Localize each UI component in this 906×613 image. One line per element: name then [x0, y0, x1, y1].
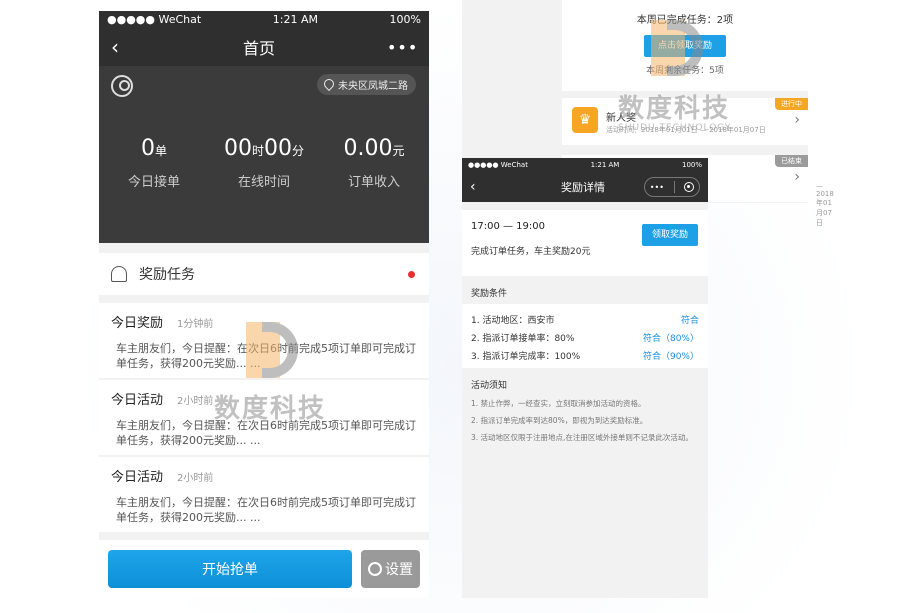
bottom-action-bar: 开始抢单 设置: [99, 540, 429, 598]
stat-online-time: 00时00分 在线时间: [209, 136, 319, 190]
chevron-right-icon: ›: [794, 112, 800, 128]
start-grab-button[interactable]: 开始抢单: [108, 550, 352, 588]
message-title: 今日奖励: [111, 316, 164, 331]
location-pin-icon: [323, 79, 333, 91]
location-label: 未央区凤城二路: [338, 81, 408, 92]
settings-label: 设置: [385, 562, 413, 578]
note-item: 3. 活动地区仅限于注册地点,在注册区域外接单则不记录此次活动。: [471, 433, 693, 442]
crown-icon: ♛: [572, 107, 598, 133]
notes-heading: 活动须知: [471, 381, 508, 391]
stat-unit-hours: 时: [251, 144, 264, 158]
battery-label: 100%: [389, 13, 421, 26]
condition-status: 符合: [680, 315, 699, 326]
remaining-tasks-label: 本周剩余任务：5项: [646, 66, 724, 76]
stat-value: 0.00: [343, 136, 393, 161]
condition-text: 1. 活动地区：西安市: [471, 315, 555, 326]
condition-row: 3. 指派订单完成率：100% 符合（90%）: [471, 346, 699, 364]
condition-status: 符合（90%）: [642, 351, 699, 362]
reward-task-label: 奖励任务: [139, 267, 195, 283]
nav-bar: ‹ 首页 •••: [99, 28, 429, 66]
mini-program-capsule: •••: [644, 177, 700, 197]
status-badge: 已结束: [775, 155, 808, 167]
stat-value-minutes: 00: [264, 136, 292, 161]
stat-label: 今日接单: [127, 175, 180, 190]
message-body: 车主朋友们，今日提醒：在次日6时前完成5项订单即可完成订单任务，获得200元奖励…: [116, 419, 416, 447]
reward-list-item[interactable]: ♛ 新人奖 活动时间：2018年01月01日 — 2018年01月07日 进行中…: [562, 98, 808, 145]
conditions-heading: 奖励条件: [471, 289, 508, 299]
stat-unit-minutes: 分: [292, 144, 305, 158]
chevron-left-icon[interactable]: ‹: [470, 179, 522, 195]
stat-value-hours: 00: [223, 136, 252, 161]
page-title: 首页: [242, 39, 275, 58]
message-title: 今日活动: [111, 393, 164, 408]
carrier-label: ●●●●● WeChat: [468, 161, 528, 169]
stat-income: 0.00元 订单收入: [319, 136, 429, 190]
reward-name: 新人奖: [606, 113, 636, 124]
message-item[interactable]: 今日活动 2小时前 车主朋友们，今日提醒：在次日6时前完成5项订单即可完成订单任务…: [99, 457, 429, 532]
condition-row: 1. 活动地区：西安市 符合: [471, 310, 699, 328]
condition-row: 2. 指派订单接单率：80% 符合（80%）: [471, 328, 699, 346]
page-title: 奖励详情: [561, 181, 605, 194]
message-time: 2小时前: [177, 396, 214, 407]
stat-unit: 单: [154, 144, 167, 158]
gear-icon: [368, 562, 382, 576]
capsule-divider: [673, 181, 675, 193]
clock-label: 1:21 AM: [590, 161, 620, 169]
note-item: 1. 禁止作弊，一经查实，立刻取消参加活动的资格。: [471, 399, 646, 408]
unread-dot: [408, 271, 415, 278]
location-badge[interactable]: 未央区凤城二路: [317, 74, 416, 95]
carrier-label: ●●●●● WeChat: [107, 13, 202, 26]
home-screen: ●●●●● WeChat 1:21 AM 100% ‹ 首页 ••• 未央区凤城…: [99, 11, 429, 598]
reward-period: 活动时间：2018年01月01日 — 2018年01月07日: [606, 126, 766, 134]
close-target-icon[interactable]: [684, 182, 695, 192]
reward-detail-screen: ●●●●● WeChat 1:21 AM 100% ‹ 奖励详情 ••• 17:…: [462, 158, 708, 598]
message-body: 车主朋友们，今日提醒：在次日6时前完成5项订单即可完成订单任务，获得200元奖励…: [116, 342, 416, 370]
stat-value: 0: [140, 136, 155, 161]
dashboard-panel: 未央区凤城二路 0单 今日接单 00时00分 在线时间 0.00元 订单收入: [99, 66, 429, 243]
more-dots-icon[interactable]: •••: [650, 183, 664, 192]
reward-task-row[interactable]: 奖励任务: [99, 253, 429, 295]
more-dots-icon[interactable]: •••: [387, 38, 417, 57]
clock-label: 1:21 AM: [272, 13, 318, 26]
message-title: 今日活动: [111, 470, 164, 485]
status-bar: ●●●●● WeChat 1:21 AM 100%: [462, 158, 708, 172]
stat-unit: 元: [392, 144, 405, 158]
bell-icon: [111, 266, 127, 282]
completed-tasks-label: 本周已完成任务：2项: [636, 15, 734, 26]
stat-label: 订单收入: [347, 175, 400, 190]
claim-reward-button[interactable]: 点击领取奖励: [644, 35, 726, 57]
condition-text: 2. 指派订单接单率：80%: [471, 333, 575, 344]
reward-period: — 2018年01月07日: [816, 182, 834, 227]
note-item: 2. 指派订单完成率到达80%，即视为到达奖励标准。: [471, 416, 648, 425]
time-card: 17:00 — 19:00 完成订单任务，车主奖励20元 领取奖励: [462, 210, 708, 276]
settings-button[interactable]: 设置: [361, 550, 420, 588]
weekly-summary-card: 本周已完成任务：2项 点击领取奖励 本周剩余任务：5项: [562, 0, 808, 91]
stat-orders: 0单 今日接单: [99, 136, 209, 190]
status-badge: 进行中: [775, 98, 808, 110]
nav-bar: ‹ 奖励详情 •••: [462, 172, 708, 202]
message-time: 1分钟前: [177, 319, 214, 330]
battery-label: 100%: [681, 161, 702, 169]
chevron-left-icon[interactable]: ‹: [111, 35, 131, 59]
conditions-card: 1. 活动地区：西安市 符合 2. 指派订单接单率：80% 符合（80%） 3. 指…: [462, 304, 708, 368]
message-body: 车主朋友们，今日提醒：在次日6时前完成5项订单即可完成订单任务，获得200元奖励…: [116, 496, 416, 524]
stats-row: 0单 今日接单 00时00分 在线时间 0.00元 订单收入: [99, 136, 429, 190]
message-item[interactable]: 今日活动 2小时前 车主朋友们，今日提醒：在次日6时前完成5项订单即可完成订单任务…: [99, 380, 429, 455]
claim-reward-button[interactable]: 领取奖励: [642, 224, 698, 246]
message-time: 2小时前: [177, 473, 214, 484]
message-item[interactable]: 今日奖励 1分钟前 车主朋友们，今日提醒：在次日6时前完成5项订单即可完成订单任务…: [99, 303, 429, 378]
user-icon[interactable]: [111, 75, 133, 97]
chevron-right-icon: ›: [794, 169, 800, 185]
condition-text: 3. 指派订单完成率：100%: [471, 351, 581, 362]
condition-status: 符合（80%）: [642, 333, 699, 344]
notes-list: 1. 禁止作弊，一经查实，立刻取消参加活动的资格。 2. 指派订单完成率到达80…: [462, 396, 708, 451]
stat-label: 在线时间: [237, 175, 290, 190]
status-bar: ●●●●● WeChat 1:21 AM 100%: [99, 11, 429, 28]
